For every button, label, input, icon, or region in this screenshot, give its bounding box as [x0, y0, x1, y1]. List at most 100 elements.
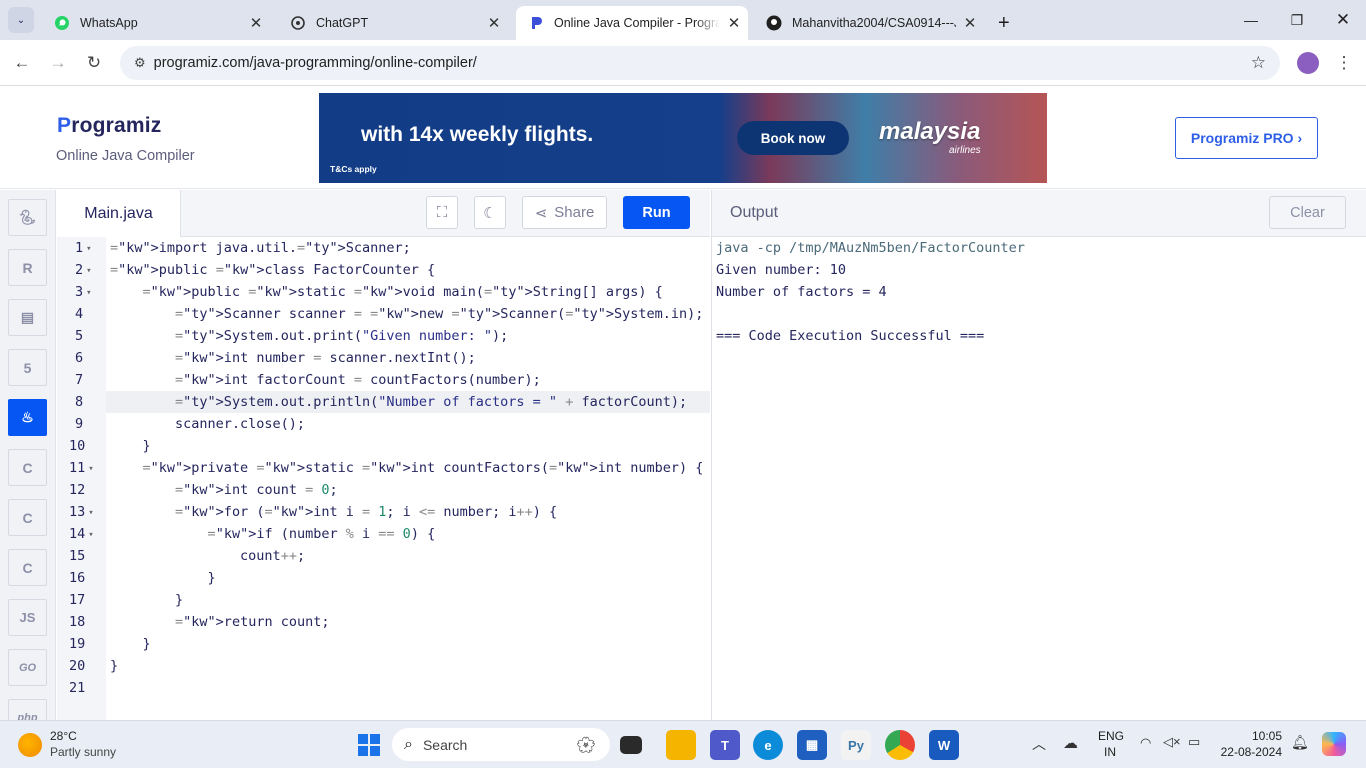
c-icon[interactable]: C [8, 449, 47, 486]
run-button[interactable]: Run [623, 196, 690, 229]
language-indicator[interactable]: ENG IN [1098, 729, 1124, 759]
code-line[interactable]: ="kw">import java.util.="ty">Scanner; [110, 237, 411, 259]
notification-bell-icon[interactable]: 🔔︎ [1291, 734, 1309, 751]
tab-programiz[interactable]: Online Java Compiler - Programiz ✕ [516, 6, 748, 40]
volume-muted-icon[interactable]: ◁× [1163, 734, 1181, 750]
close-tab-icon[interactable]: ✕ [480, 14, 508, 32]
csharp-icon[interactable]: C [8, 549, 47, 586]
code-line[interactable]: ="kw">public ="kw">static ="kw">void mai… [110, 281, 663, 303]
task-view-icon[interactable] [620, 736, 642, 754]
store-icon[interactable]: ▦ [797, 730, 827, 760]
line-number: 4 [75, 306, 84, 322]
github-icon [766, 15, 782, 31]
php-icon[interactable]: php [8, 699, 47, 720]
code-line[interactable]: ="kw">int factorCount = countFactors(num… [110, 369, 541, 391]
back-button[interactable]: ← [7, 48, 37, 78]
output-toolbar: Output Clear [711, 190, 1366, 237]
edge-icon[interactable]: e [753, 730, 783, 760]
restore-button[interactable]: ❐ [1274, 0, 1320, 40]
r-icon[interactable]: R [8, 249, 47, 286]
profile-avatar[interactable] [1293, 48, 1323, 78]
java-icon[interactable]: ♨ [8, 399, 47, 436]
tab-github[interactable]: Mahanvitha2004/CSA0914---Ja ✕ [754, 6, 984, 40]
line-number[interactable]: 3 [57, 281, 106, 303]
dark-mode-moon-icon[interactable]: ☾ [474, 196, 506, 229]
code-line[interactable]: ="kw">int count = 0; [110, 479, 338, 501]
battery-icon[interactable]: ▭ [1188, 734, 1200, 750]
code-line[interactable]: count++; [110, 545, 305, 567]
code-line[interactable]: ="ty">System.out.print("Given number: ")… [110, 325, 508, 347]
line-number[interactable]: 14 [57, 523, 106, 545]
tab-search-button[interactable]: ⌄ [8, 7, 34, 33]
onedrive-cloud-icon[interactable]: ☁ [1063, 734, 1078, 752]
code-line[interactable]: ="kw">for (="kw">int i = 1; i <= number;… [110, 501, 557, 523]
sql-icon[interactable]: ▤ [8, 299, 47, 336]
site-info-icon[interactable]: ⚙ [134, 55, 146, 71]
js-icon[interactable]: JS [8, 599, 47, 636]
word-icon[interactable]: W [929, 730, 959, 760]
advertisement-banner[interactable]: with 14x weekly flights. T&Cs apply Book… [319, 93, 1047, 183]
new-tab-button[interactable]: + [992, 6, 1022, 40]
weather-desc[interactable]: Partly sunny [50, 745, 116, 759]
address-bar[interactable]: ⚙ programiz.com/java-programming/online-… [120, 46, 1280, 80]
menu-kebab-icon[interactable]: ⋮ [1329, 48, 1359, 78]
clock[interactable]: 10:05 22-08-2024 [1220, 729, 1282, 759]
windows-start-icon[interactable] [354, 730, 384, 760]
copilot-icon[interactable] [1322, 732, 1346, 756]
share-button[interactable]: ⋖ Share [522, 196, 607, 229]
tab-whatsapp[interactable]: WhatsApp ✕ [42, 6, 270, 40]
file-tab-main-java[interactable]: Main.java [57, 190, 181, 237]
code-line[interactable]: ="kw">int number = scanner.nextInt(); [110, 347, 476, 369]
code-line[interactable]: scanner.close(); [110, 413, 305, 435]
browser-toolbar: ← → ↻ ⚙ programiz.com/java-programming/o… [0, 40, 1366, 86]
forward-button[interactable]: → [43, 48, 73, 78]
line-number: 8 [75, 394, 84, 410]
go-icon[interactable]: GO [8, 649, 47, 686]
code-line[interactable]: ="kw">public ="kw">class FactorCounter { [110, 259, 435, 281]
reload-button[interactable]: ↻ [79, 48, 109, 78]
close-window-button[interactable]: ✕ [1320, 0, 1366, 40]
weather-temp[interactable]: 28°C [50, 729, 77, 743]
line-number: 10 [69, 438, 86, 454]
code-line[interactable]: ="ty">System.out.println("Number of fact… [110, 391, 687, 413]
ad-book-now-button[interactable]: Book now [737, 121, 849, 155]
programiz-pro-button[interactable]: Programiz PRO › [1175, 117, 1318, 159]
python-icon[interactable]: 🐍︎ [8, 199, 47, 236]
code-line[interactable]: ="kw">if (number % i == 0) { [110, 523, 436, 545]
search-placeholder: Search [422, 736, 468, 753]
wifi-icon[interactable]: ◠ [1140, 735, 1151, 751]
code-line[interactable]: } [110, 567, 216, 589]
clear-button[interactable]: Clear [1269, 196, 1346, 229]
show-hidden-icons-chevron-icon[interactable]: ︿ [1032, 734, 1046, 754]
code-line[interactable]: ="kw">private ="kw">static ="kw">int cou… [110, 457, 704, 479]
python-app-icon[interactable]: Py [841, 730, 871, 760]
cpp-icon[interactable]: C [8, 499, 47, 536]
code-line[interactable]: } [110, 435, 151, 457]
line-number[interactable]: 1 [57, 237, 106, 259]
line-number[interactable]: 11 [57, 457, 106, 479]
share-label: Share [554, 204, 595, 221]
code-line[interactable]: ="kw">return count; [110, 611, 329, 633]
line-number[interactable]: 13 [57, 501, 106, 523]
code-line[interactable]: } [110, 589, 183, 611]
html-icon[interactable]: 5 [8, 349, 47, 386]
close-tab-icon[interactable]: ✕ [242, 14, 270, 32]
chrome-icon[interactable] [885, 730, 915, 760]
teams-icon[interactable]: T [710, 730, 740, 760]
fullscreen-icon[interactable]: ⛶ [426, 196, 458, 229]
line-number[interactable]: 2 [57, 259, 106, 281]
code-line[interactable]: } [110, 655, 118, 677]
close-tab-icon[interactable]: ✕ [956, 14, 984, 32]
code-line[interactable]: ="ty">Scanner scanner = ="kw">new ="ty">… [110, 303, 703, 325]
file-explorer-icon[interactable] [666, 730, 696, 760]
bookmark-star-icon[interactable]: ☆ [1251, 53, 1266, 73]
programiz-logo[interactable]: Programiz [57, 114, 162, 138]
close-tab-icon[interactable]: ✕ [720, 14, 748, 32]
minimize-button[interactable]: — [1228, 0, 1274, 40]
line-number: 16 [69, 570, 86, 586]
code-editor[interactable]: 123456789101112131415161718192021 ="kw">… [57, 237, 710, 720]
weather-sun-icon[interactable] [18, 733, 42, 757]
tab-chatgpt[interactable]: ChatGPT ✕ [278, 6, 508, 40]
code-line[interactable]: } [110, 633, 151, 655]
taskbar-search[interactable]: ⌕ Search 🌸︎ [392, 728, 610, 761]
